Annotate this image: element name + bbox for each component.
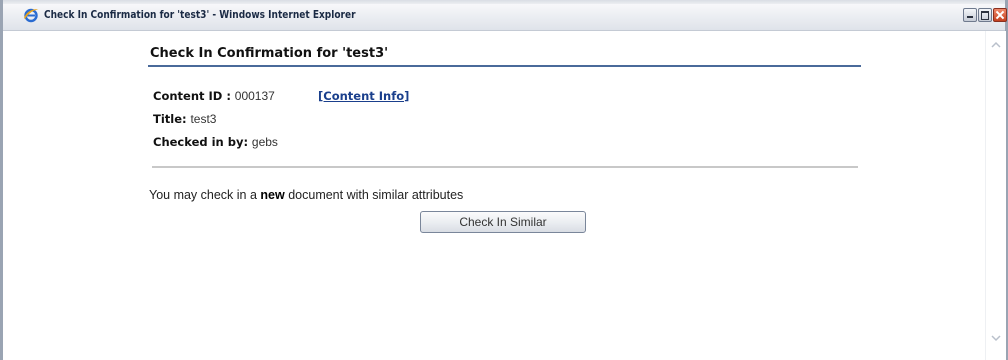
checked-in-by-label: Checked in by:	[153, 135, 249, 149]
check-in-similar-button[interactable]: Check In Similar	[420, 211, 586, 233]
check-in-similar-message: You may check in a new document with sim…	[149, 188, 463, 202]
ie-icon	[24, 8, 38, 23]
page-title: Check In Confirmation for 'test3'	[150, 46, 389, 61]
close-button[interactable]	[993, 8, 1007, 22]
title-label: Title:	[153, 112, 187, 126]
checked-in-by-value: gebs	[251, 135, 278, 149]
similar-suffix: document with similar attributes	[284, 188, 464, 202]
content-id-row: Content ID : 000137	[153, 89, 275, 103]
section-divider	[152, 166, 858, 168]
checked-in-by-row: Checked in by: gebs	[153, 135, 278, 149]
vertical-scrollbar[interactable]	[985, 31, 1006, 360]
page-content: Check In Confirmation for 'test3' Conten…	[3, 31, 983, 360]
content-info-link[interactable]: [Content Info]	[318, 89, 409, 103]
content-id-label: Content ID :	[153, 89, 231, 103]
title-bar-accent	[3, 0, 1005, 4]
maximize-button[interactable]	[978, 8, 992, 22]
scroll-up-icon[interactable]	[990, 39, 1002, 51]
similar-prefix: You may check in a	[149, 188, 261, 202]
similar-bold-word: new	[260, 188, 285, 202]
heading-rule	[148, 65, 861, 67]
window-title: Check In Confirmation for 'test3' - Wind…	[44, 8, 356, 21]
browser-window: Check In Confirmation for 'test3' - Wind…	[0, 0, 1008, 360]
title-value: test3	[190, 112, 217, 126]
content-id-value: 000137	[234, 89, 275, 103]
title-row: Title: test3	[153, 112, 216, 126]
title-bar[interactable]: Check In Confirmation for 'test3' - Wind…	[3, 0, 1007, 31]
minimize-button[interactable]	[963, 8, 977, 22]
scroll-down-icon[interactable]	[990, 332, 1002, 344]
